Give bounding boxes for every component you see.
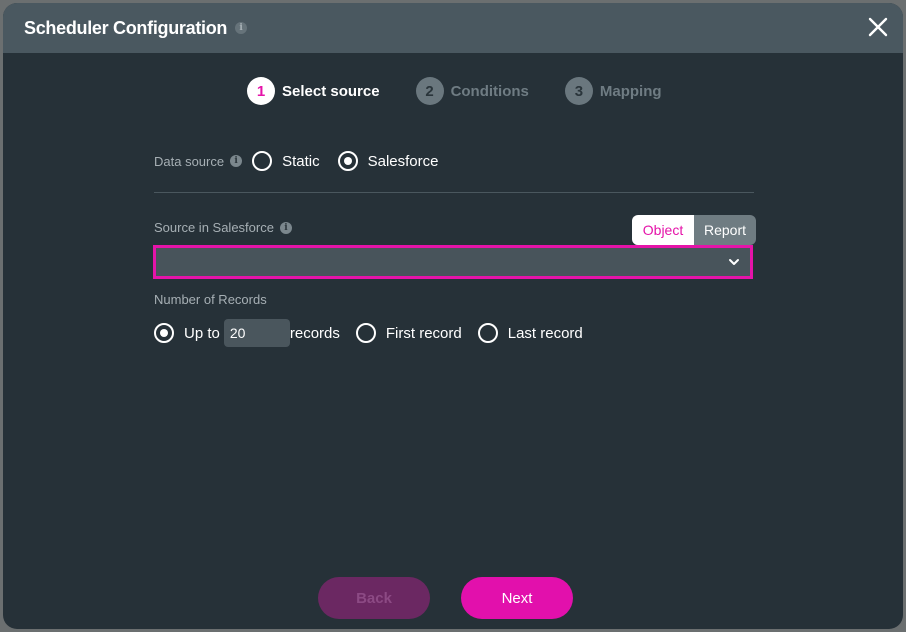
radio-up-to-label: Up to (184, 324, 220, 342)
number-of-records-label: Number of Records (154, 292, 267, 307)
stepper: 1 Select source 2 Conditions 3 Mapping (247, 77, 698, 105)
radio-up-to[interactable] (154, 323, 174, 343)
radio-salesforce[interactable] (337, 151, 358, 171)
step-number: 1 (247, 77, 275, 105)
radio-salesforce-label: Salesforce (367, 152, 439, 170)
radio-last-record-label: Last record (507, 324, 583, 342)
toggle-report[interactable]: Report (694, 215, 756, 245)
records-count-input[interactable] (223, 319, 290, 347)
close-icon (868, 17, 888, 37)
step-number: 2 (415, 77, 444, 105)
info-icon[interactable]: i (230, 155, 243, 167)
scheduler-configuration-dialog: Scheduler Configuration i 1 Select sourc… (3, 3, 903, 629)
step-select-source[interactable]: 1 Select source (247, 77, 380, 105)
step-label: Mapping (599, 82, 662, 100)
records-options-row: Up to records First record Last record (154, 319, 583, 347)
step-label: Select source (282, 82, 380, 100)
records-suffix: records (289, 324, 340, 342)
step-conditions[interactable]: 2 Conditions (415, 77, 529, 105)
next-button[interactable]: Next (461, 577, 573, 619)
radio-last-record[interactable] (477, 323, 498, 343)
radio-static[interactable] (252, 151, 273, 171)
close-button[interactable] (867, 16, 889, 38)
records-section: Number of Records Up to records First re… (154, 291, 583, 347)
radio-static-label: Static (282, 152, 320, 170)
step-label: Conditions (450, 82, 529, 100)
salesforce-source-select[interactable] (153, 245, 753, 279)
step-mapping[interactable]: 3 Mapping (564, 77, 662, 105)
form-content: Data source i Static Salesforce Source i… (153, 143, 756, 347)
object-report-toggle: Object Report (632, 215, 756, 245)
divider (154, 192, 754, 193)
dialog-title: Scheduler Configuration (24, 17, 228, 38)
toggle-object[interactable]: Object (632, 215, 694, 245)
chevron-down-icon (729, 259, 739, 265)
data-source-label: Data source (154, 153, 225, 169)
dialog-header: Scheduler Configuration i (3, 3, 903, 53)
source-in-salesforce-label: Source in Salesforce (154, 220, 274, 235)
back-button[interactable]: Back (318, 577, 430, 619)
radio-first-record-label: First record (385, 324, 462, 342)
info-icon[interactable]: i (235, 22, 248, 34)
data-source-row: Data source i Static Salesforce (154, 143, 754, 179)
step-number: 3 (564, 77, 593, 105)
radio-first-record[interactable] (355, 323, 376, 343)
info-icon[interactable]: i (279, 221, 292, 234)
